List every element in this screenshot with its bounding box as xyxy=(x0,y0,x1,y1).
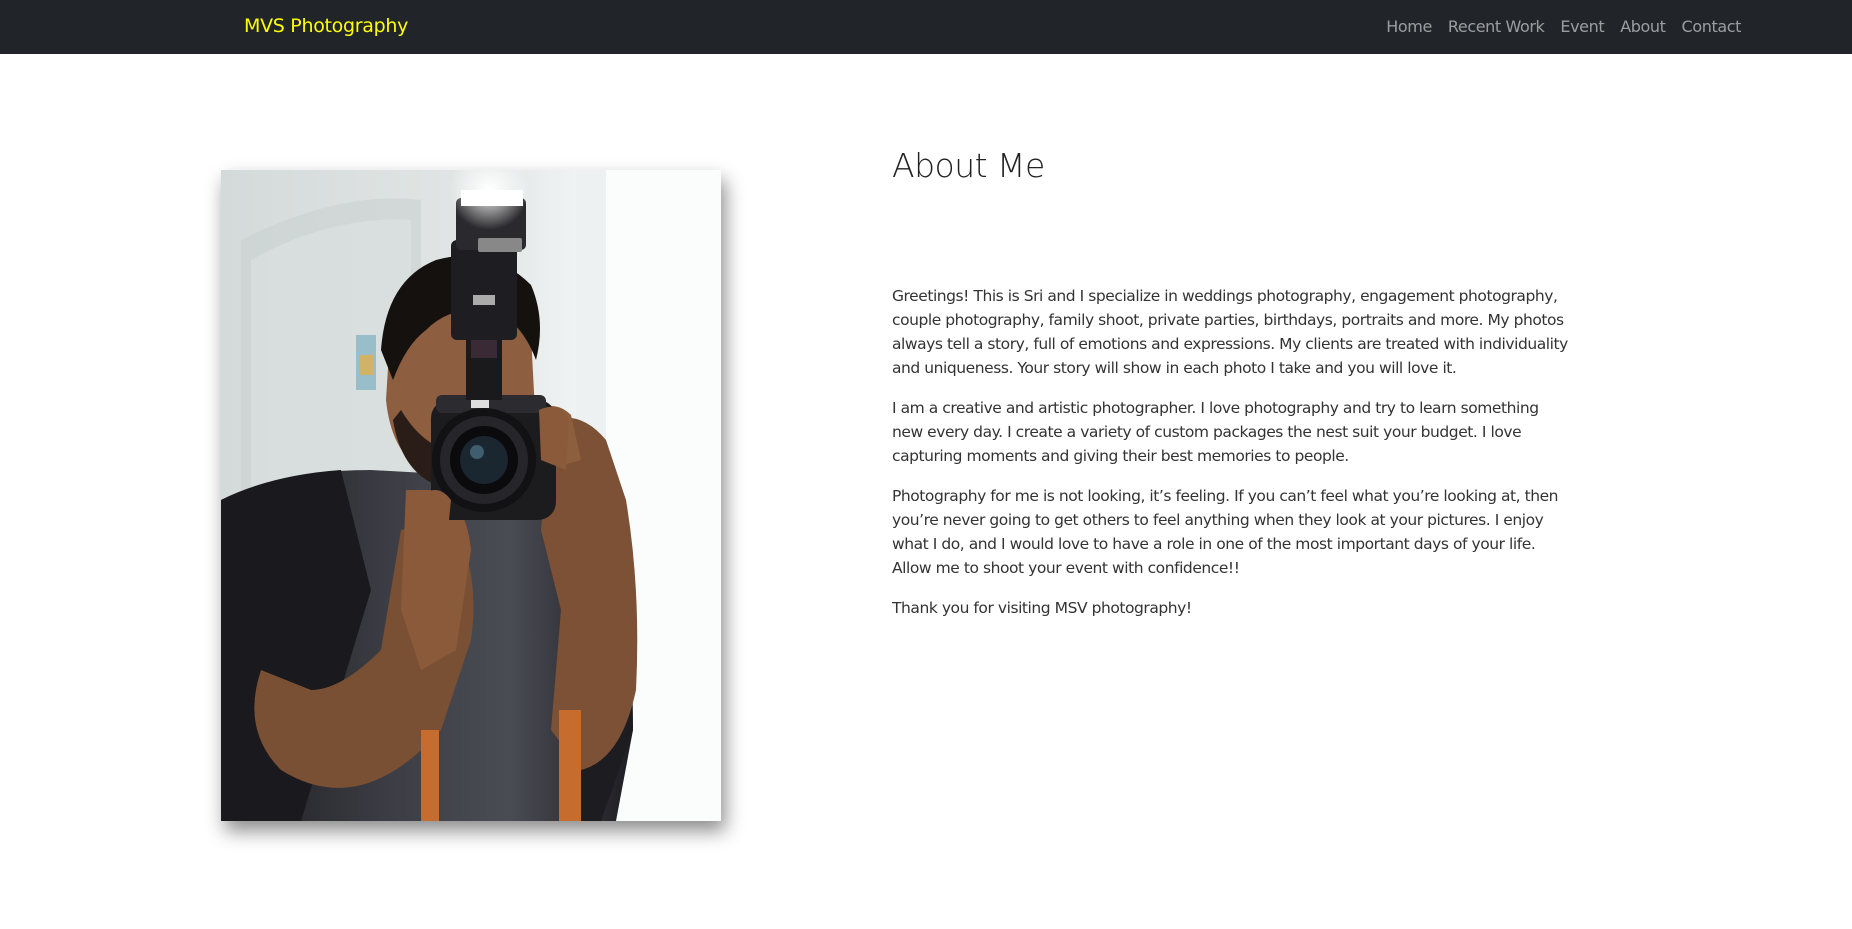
about-paragraph: Photography for me is not looking, it’s … xyxy=(892,487,1559,577)
nav-link-about[interactable]: About xyxy=(1612,16,1673,38)
nav-link-contact[interactable]: Contact xyxy=(1674,16,1749,38)
photographer-photo xyxy=(221,170,721,821)
photographer-illustration xyxy=(221,170,721,821)
about-text: Greetings! This is Sri and I specialize … xyxy=(892,284,1572,636)
brand-link[interactable]: MVS Photography xyxy=(244,13,408,39)
nav-link-event[interactable]: Event xyxy=(1552,16,1612,38)
about-paragraph: Greetings! This is Sri and I specialize … xyxy=(892,287,1568,377)
nav-link-recent-work[interactable]: Recent Work xyxy=(1440,16,1553,38)
about-paragraph: I am a creative and artistic photographe… xyxy=(892,399,1539,465)
nav-links: Home Recent Work Event About Contact xyxy=(1378,16,1749,38)
navbar: MVS Photography Home Recent Work Event A… xyxy=(0,0,1852,54)
about-paragraph: Thank you for visiting MSV photography! xyxy=(892,599,1192,617)
about-title: About Me xyxy=(892,146,1045,185)
nav-link-home[interactable]: Home xyxy=(1378,16,1440,38)
